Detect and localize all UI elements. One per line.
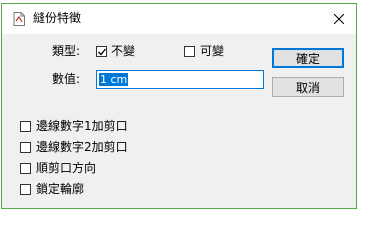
- ok-button[interactable]: 確定: [272, 48, 344, 68]
- option-checkbox-lock-outline[interactable]: [20, 184, 31, 195]
- checkmark-icon: [98, 48, 106, 56]
- type-variable-checkbox[interactable]: [184, 46, 195, 57]
- close-icon: [334, 14, 344, 24]
- option-label-edge1-notch: 邊線數字1加剪口: [36, 119, 128, 133]
- option-checkbox-edge2-notch[interactable]: [20, 142, 31, 153]
- type-label: 類型:: [52, 44, 81, 58]
- value-input[interactable]: 1 cm: [96, 70, 264, 89]
- type-unchanged-label: 不變: [111, 44, 136, 58]
- value-input-text: 1 cm: [99, 73, 129, 86]
- option-label-notch-direction: 順剪口方向: [36, 161, 97, 175]
- close-button[interactable]: [322, 4, 356, 34]
- option-label-edge2-notch: 邊線數字2加剪口: [36, 140, 128, 154]
- title-bar[interactable]: 縫份特徵: [2, 4, 356, 34]
- option-checkbox-edge1-notch[interactable]: [20, 121, 31, 132]
- document-icon: [13, 12, 25, 26]
- option-checkbox-notch-direction[interactable]: [20, 163, 31, 174]
- type-unchanged-checkbox[interactable]: [96, 46, 107, 57]
- option-label-lock-outline: 鎖定輪廓: [36, 182, 85, 196]
- value-label: 數值:: [52, 72, 81, 86]
- cancel-button[interactable]: 取消: [272, 77, 344, 97]
- window-title: 縫份特徵: [33, 11, 82, 25]
- type-variable-label: 可變: [200, 44, 225, 58]
- dialog-window: 縫份特徵 類型: 不變 可變 數值: 1 cm 確定 取消 邊線數字1加剪口 邊…: [1, 3, 357, 209]
